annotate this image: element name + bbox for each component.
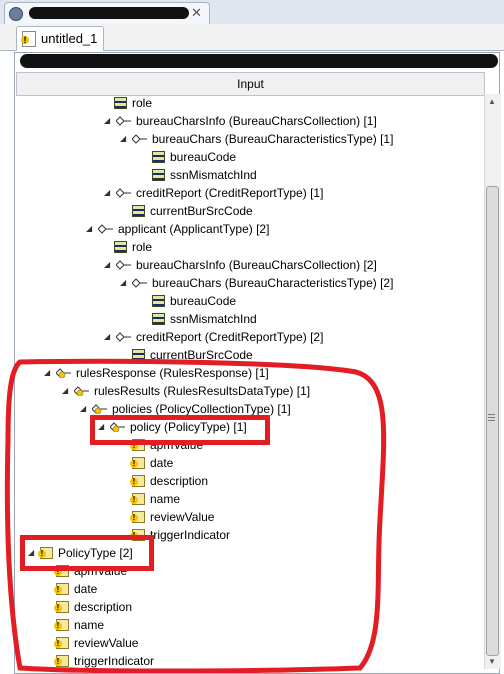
- annotation-box-policytype: [20, 535, 154, 571]
- annotation-layer: [4, 358, 387, 673]
- annotation-box-policy: [90, 415, 270, 445]
- annotation-circle: [4, 358, 387, 673]
